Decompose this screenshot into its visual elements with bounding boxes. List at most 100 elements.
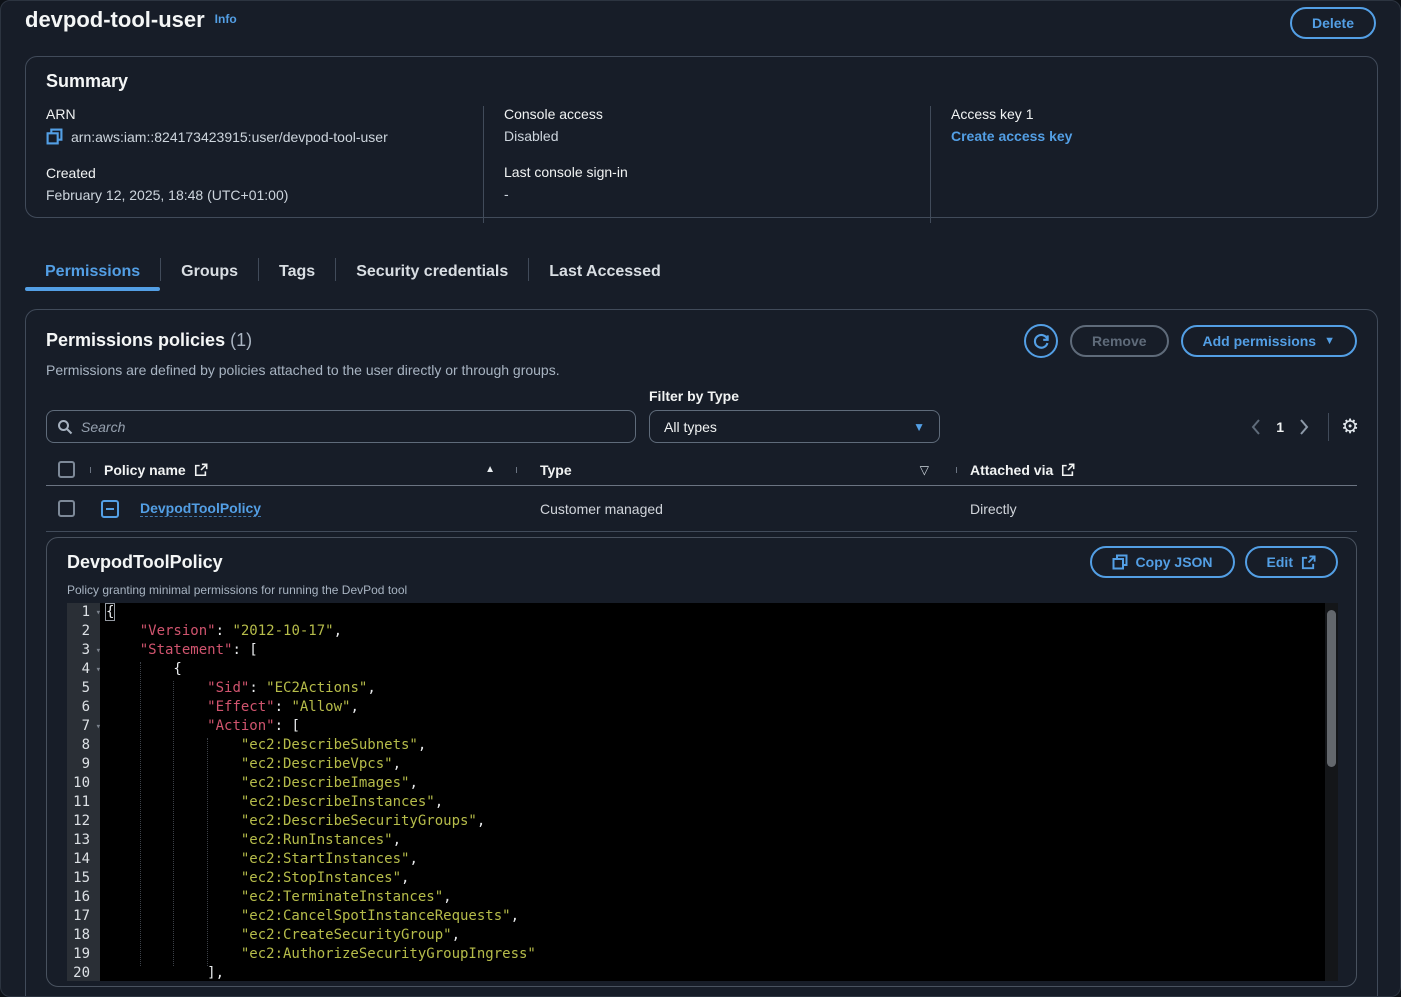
policies-count: (1) [230, 330, 252, 350]
type-filter-select[interactable]: All types ▼ [649, 410, 940, 443]
editor-scrollbar[interactable] [1325, 603, 1338, 981]
preferences-gear-icon[interactable]: ⚙ [1341, 417, 1359, 437]
fold-arrow-icon[interactable]: ▾ [96, 661, 101, 680]
indent-guide [173, 681, 174, 966]
external-link-icon [1301, 555, 1316, 570]
external-link-icon [1061, 463, 1075, 477]
search-input[interactable] [81, 419, 625, 435]
console-access-label: Console access [504, 106, 910, 122]
table-row: DevpodToolPolicy Customer managed Direct… [46, 486, 1357, 532]
created-value: February 12, 2025, 18:48 (UTC+01:00) [46, 187, 463, 203]
code-line: 6 "Effect": "Allow", [67, 698, 1338, 717]
external-link-icon [194, 463, 208, 477]
copy-icon [1112, 554, 1128, 570]
attached-via-cell: Directly [970, 501, 1017, 517]
edit-button[interactable]: Edit [1245, 546, 1338, 578]
search-icon [57, 419, 73, 435]
add-permissions-label: Add permissions [1203, 333, 1317, 349]
column-policy-name[interactable]: Policy name [104, 462, 186, 478]
policies-table: Policy name ▲ Type ▽ Attached via [46, 454, 1357, 532]
table-header-row: Policy name ▲ Type ▽ Attached via [46, 454, 1357, 486]
console-access-value: Disabled [504, 128, 910, 144]
code-line: 3▾ "Statement": [ [67, 641, 1338, 660]
info-link[interactable]: Info [215, 12, 237, 26]
type-filter-value: All types [664, 419, 717, 435]
summary-col-3: Access key 1 Create access key [930, 106, 1377, 223]
policy-detail-title: DevpodToolPolicy [67, 552, 223, 573]
tab-permissions[interactable]: Permissions [25, 252, 160, 291]
copy-json-label: Copy JSON [1136, 554, 1213, 570]
column-attached-via[interactable]: Attached via [970, 462, 1053, 478]
code-line: 15 "ec2:StopInstances", [67, 869, 1338, 888]
indent-guide [140, 662, 141, 966]
fold-arrow-icon[interactable]: ▾ [96, 604, 101, 623]
summary-col-2: Console access Disabled Last console sig… [483, 106, 930, 223]
created-label: Created [46, 165, 463, 181]
code-line: 13 "ec2:RunInstances", [67, 831, 1338, 850]
tab-groups[interactable]: Groups [161, 252, 258, 291]
edit-label: Edit [1267, 554, 1293, 570]
policy-name-link[interactable]: DevpodToolPolicy [140, 500, 261, 517]
code-line: 20 ], [67, 964, 1338, 981]
filter-by-type-label: Filter by Type [649, 388, 739, 404]
pagination: 1 ⚙ [1244, 410, 1359, 443]
code-line: 10 "ec2:DescribeImages", [67, 774, 1338, 793]
code-line: 4▾ { [67, 660, 1338, 679]
policy-json-editor[interactable]: 1▾{2 "Version": "2012-10-17",3▾ "Stateme… [67, 603, 1338, 981]
refresh-icon [1033, 333, 1050, 350]
previous-page-button[interactable] [1244, 415, 1268, 439]
summary-title: Summary [26, 71, 1377, 92]
indent-guide [207, 738, 208, 966]
remove-button[interactable]: Remove [1070, 325, 1168, 357]
arn-value: arn:aws:iam::824173423915:user/devpod-to… [71, 129, 388, 145]
refresh-button[interactable] [1024, 324, 1058, 358]
code-line: 2 "Version": "2012-10-17", [67, 622, 1338, 641]
code-line: 17 "ec2:CancelSpotInstanceRequests", [67, 907, 1338, 926]
page-number[interactable]: 1 [1276, 419, 1284, 435]
page-title: devpod-tool-user [25, 7, 205, 33]
fold-arrow-icon[interactable]: ▾ [96, 642, 101, 661]
iam-user-page: devpod-tool-user Info Delete Summary ARN … [0, 0, 1401, 997]
code-line: 12 "ec2:DescribeSecurityGroups", [67, 812, 1338, 831]
code-line: 9 "ec2:DescribeVpcs", [67, 755, 1338, 774]
code-line: 16 "ec2:TerminateInstances", [67, 888, 1338, 907]
code-lines: 1▾{2 "Version": "2012-10-17",3▾ "Stateme… [67, 603, 1338, 981]
code-line: 19 "ec2:AuthorizeSecurityGroupIngress" [67, 945, 1338, 964]
summary-card: Summary ARN arn:aws:iam::824173423915:us… [25, 56, 1378, 218]
add-permissions-button[interactable]: Add permissions ▼ [1181, 325, 1357, 357]
delete-button[interactable]: Delete [1290, 7, 1376, 39]
copy-arn-icon[interactable] [46, 128, 63, 145]
chevron-down-icon: ▼ [913, 420, 925, 434]
code-line: 11 "ec2:DescribeInstances", [67, 793, 1338, 812]
next-page-button[interactable] [1292, 415, 1316, 439]
code-line: 18 "ec2:CreateSecurityGroup", [67, 926, 1338, 945]
chevron-down-icon: ▼ [1324, 335, 1335, 347]
pager-divider [1328, 413, 1329, 441]
copy-json-button[interactable]: Copy JSON [1090, 546, 1235, 578]
policies-description: Permissions are defined by policies atta… [46, 362, 560, 378]
sort-inactive-icon[interactable]: ▽ [920, 463, 929, 477]
create-access-key-link[interactable]: Create access key [951, 128, 1072, 144]
last-signin-value: - [504, 186, 910, 202]
tab-tags[interactable]: Tags [259, 252, 335, 291]
collapse-row-icon[interactable] [101, 500, 119, 518]
permissions-policies-title: Permissions policies [46, 330, 225, 350]
select-all-checkbox[interactable] [58, 461, 75, 478]
code-line: 5 "Sid": "EC2Actions", [67, 679, 1338, 698]
sort-ascending-icon[interactable]: ▲ [485, 464, 495, 475]
column-type[interactable]: Type [540, 462, 572, 478]
tab-last-accessed[interactable]: Last Accessed [529, 252, 680, 291]
scrollbar-thumb[interactable] [1327, 610, 1336, 767]
policy-type-cell: Customer managed [540, 501, 663, 517]
summary-col-1: ARN arn:aws:iam::824173423915:user/devpo… [26, 106, 483, 223]
access-key-label: Access key 1 [951, 106, 1357, 122]
arn-label: ARN [46, 106, 463, 122]
code-line: 1▾{ [67, 603, 1338, 622]
policy-detail-description: Policy granting minimal permissions for … [67, 583, 407, 597]
code-line: 14 "ec2:StartInstances", [67, 850, 1338, 869]
search-box[interactable] [46, 410, 636, 443]
tab-security-credentials[interactable]: Security credentials [336, 252, 528, 291]
row-checkbox[interactable] [58, 500, 75, 517]
tab-bar: PermissionsGroupsTagsSecurity credential… [25, 252, 681, 291]
fold-arrow-icon[interactable]: ▾ [96, 718, 101, 737]
